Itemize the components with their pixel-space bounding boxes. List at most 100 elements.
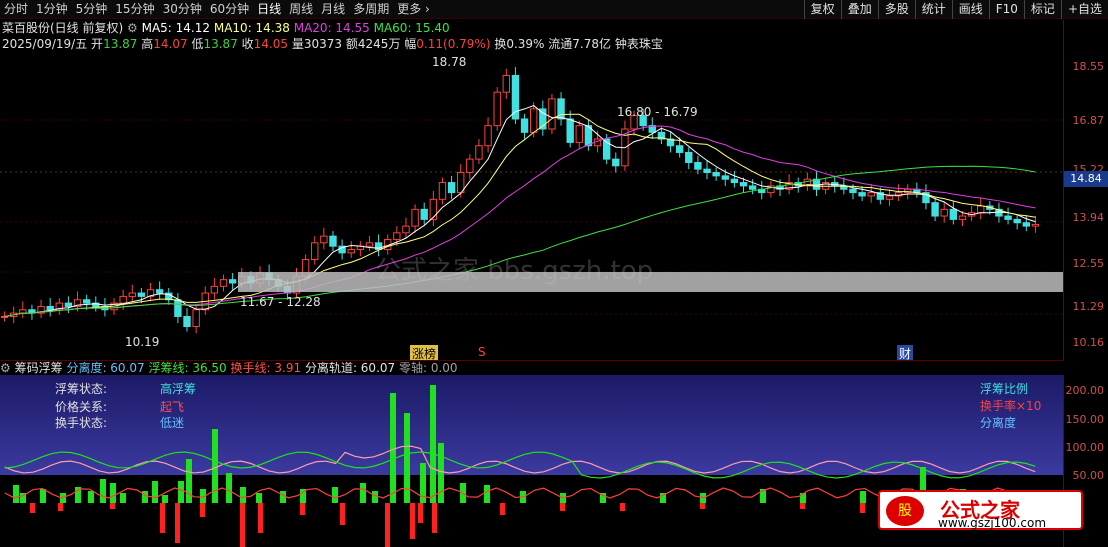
- candle-body: [82, 299, 91, 304]
- period-toolbar: 分时 1分钟 5分钟 15分钟 30分钟 60分钟 日线 周线 月线 多周期 更…: [0, 0, 1108, 19]
- candle-body: [977, 205, 985, 214]
- fuchou-bar: [13, 485, 19, 503]
- candle-body: [447, 182, 456, 194]
- huanshou-bar: [340, 503, 345, 525]
- logo-mark: 股: [886, 496, 924, 526]
- tab-monthly[interactable]: 月线: [317, 0, 349, 18]
- legend-huanshou: 换手率×10: [980, 399, 1042, 413]
- tab-more[interactable]: 更多 ›: [393, 0, 434, 18]
- price-tick: 10.16: [1072, 336, 1105, 349]
- fuquan-button[interactable]: 复权: [803, 0, 841, 19]
- current-price-box: 14.84: [1064, 171, 1108, 187]
- status-label-1: 浮筹状态:: [55, 382, 108, 396]
- candle-body: [520, 118, 529, 133]
- candle-body: [502, 74, 511, 93]
- range-annotation-2: 11.67 - 12.28: [240, 295, 321, 309]
- indicator-tick: 50.00: [1072, 469, 1105, 482]
- kline-chart[interactable]: [0, 52, 1063, 360]
- candle-body: [1022, 222, 1031, 227]
- legend-fenli: 分离度: [980, 416, 1017, 430]
- fuchou-bar: [40, 489, 46, 503]
- candle-body: [393, 232, 401, 240]
- float-value: 流通7.78亿: [548, 37, 612, 51]
- high-annotation: 18.78: [432, 55, 467, 69]
- amt-value: 4245万: [357, 37, 401, 51]
- huanshou-bar: [240, 503, 245, 547]
- tab-60min[interactable]: 60分钟: [206, 0, 253, 18]
- legend-fuchou: 浮筹比例: [980, 382, 1029, 396]
- candle-body: [228, 279, 237, 284]
- turnover-value: 换0.39%: [494, 37, 545, 51]
- ma10-value: MA10: 14.38: [213, 21, 290, 35]
- tab-fenshi[interactable]: 分时: [0, 0, 32, 18]
- indicator-settings-icon[interactable]: ⚙: [0, 361, 11, 375]
- quote-date: 2025/09/19/五: [2, 37, 88, 51]
- candle-body: [19, 309, 27, 314]
- candle-body: [703, 168, 711, 174]
- tab-daily[interactable]: 日线: [253, 0, 285, 18]
- candle-body: [612, 158, 620, 167]
- fuchou-bar: [110, 483, 116, 503]
- watermark-center: 公式之家 bbs.gszh.top: [375, 256, 654, 286]
- candle-body: [475, 145, 483, 160]
- tab-1min[interactable]: 1分钟: [32, 0, 72, 18]
- candle-body: [511, 74, 520, 120]
- chg-value: 0.11(0.79%): [416, 37, 491, 51]
- draw-button[interactable]: 画线: [951, 0, 989, 19]
- open-value: 13.87: [103, 37, 138, 51]
- settings-icon[interactable]: ⚙: [127, 21, 138, 35]
- fuchou-bar: [860, 491, 866, 503]
- candle-body: [46, 305, 54, 311]
- ma20-value: MA20: 14.55: [293, 21, 370, 35]
- tab-multi[interactable]: 多周期: [349, 0, 393, 18]
- quote-header: 2025/09/19/五 开13.87 高14.07 低13.87 收14.05…: [2, 36, 663, 52]
- fenli-value: 分离度: 60.07: [66, 361, 145, 375]
- low-value: 13.87: [203, 37, 238, 51]
- candle-body: [219, 279, 228, 287]
- candle-body: [64, 302, 73, 307]
- s-tag[interactable]: S: [478, 345, 486, 359]
- fenli-line: [4, 445, 1036, 474]
- multi-stock-button[interactable]: 多股: [877, 0, 915, 19]
- tab-30min[interactable]: 30分钟: [159, 0, 206, 18]
- tab-5min[interactable]: 5分钟: [72, 0, 112, 18]
- candle-body: [739, 182, 748, 187]
- candle-body: [849, 188, 857, 194]
- tab-weekly[interactable]: 周线: [285, 0, 317, 18]
- low-annotation: 10.19: [125, 335, 160, 349]
- fuchou-bar: [152, 481, 158, 503]
- candle-body: [137, 292, 146, 297]
- indicator-tick: 100.00: [1065, 441, 1105, 454]
- candle-body: [1004, 215, 1012, 220]
- mark-button[interactable]: 标记: [1023, 0, 1061, 19]
- tab-more-label: 更多: [397, 2, 422, 16]
- ma-header: 菜百股份(日线 前复权) ⚙ MA5: 14.12 MA10: 14.38 MA…: [2, 20, 450, 36]
- huanshou-bar: [58, 503, 63, 511]
- fuchou-bar: [178, 481, 184, 503]
- right-tools: 复权 叠加 多股 统计 画线 F10 标记 +自选: [803, 0, 1108, 19]
- huanshou-bar: [620, 503, 625, 511]
- huanshou-bar: [560, 503, 565, 511]
- candle-body: [402, 225, 410, 234]
- fuchou-bar: [120, 493, 126, 503]
- indicator-name[interactable]: 筹码浮筹: [15, 361, 63, 375]
- fuchou-bar: [390, 393, 396, 503]
- tab-15min[interactable]: 15分钟: [111, 0, 158, 18]
- fuchou-bar: [372, 491, 378, 503]
- add-watchlist-button[interactable]: +自选: [1060, 0, 1108, 19]
- fuchou-bar: [360, 483, 366, 503]
- chevron-right-icon: ›: [425, 2, 430, 16]
- fuchou-bar: [162, 495, 168, 503]
- lingzhou-value: 零轴: 0.00: [398, 361, 458, 375]
- stock-title[interactable]: 菜百股份(日线 前复权): [2, 21, 123, 35]
- stats-button[interactable]: 统计: [914, 0, 952, 19]
- candle-body: [885, 195, 894, 200]
- candle-body: [675, 145, 684, 153]
- overlay-button[interactable]: 叠加: [840, 0, 878, 19]
- candle-body: [174, 299, 182, 317]
- site-logo: 股 公式之家 www.gszj100.com: [878, 490, 1083, 530]
- f10-button[interactable]: F10: [988, 0, 1024, 19]
- huanshou-bar: [700, 503, 705, 509]
- candle-body: [685, 151, 693, 163]
- candle-body: [429, 198, 438, 220]
